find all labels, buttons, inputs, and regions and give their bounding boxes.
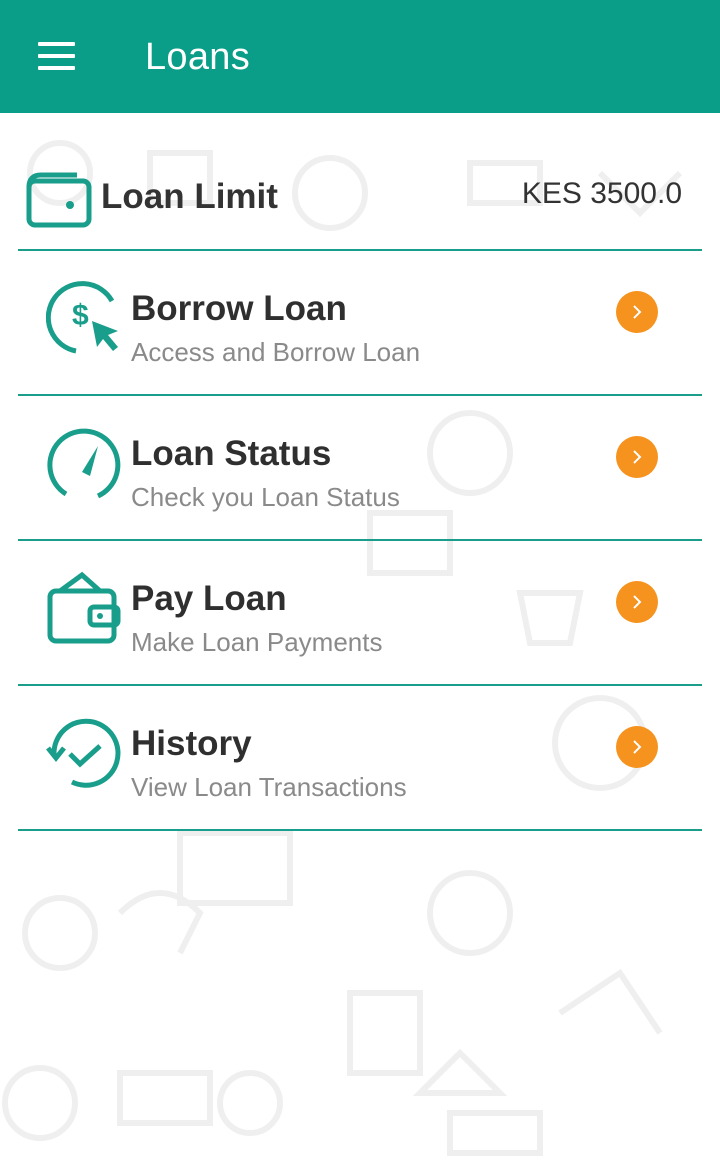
hamburger-menu-icon[interactable] (38, 42, 76, 70)
menu-item-pay-loan[interactable]: Pay Loan Make Loan Payments (18, 541, 702, 686)
gauge-icon (47, 428, 121, 499)
loan-limit-row: Loan Limit KES 3500.0 (18, 113, 702, 251)
menu-item-title: Borrow Loan (131, 289, 347, 328)
chevron-right-icon[interactable] (616, 436, 658, 478)
menu-item-subtitle: Check you Loan Status (131, 482, 400, 512)
menu-item-title: Loan Status (131, 434, 332, 473)
loans-content: Loan Limit KES 3500.0 $ Borrow Loan Acce… (18, 113, 702, 831)
chevron-right-icon[interactable] (616, 291, 658, 333)
wallet-icon (26, 172, 92, 228)
loan-limit-label: Loan Limit (101, 177, 278, 216)
loan-limit-value: KES 3500.0 (521, 177, 682, 210)
menu-item-borrow-loan[interactable]: $ Borrow Loan Access and Borrow Loan (18, 251, 702, 396)
menu-item-history[interactable]: History View Loan Transactions (18, 686, 702, 831)
svg-text:$: $ (72, 299, 89, 332)
history-check-icon (46, 718, 121, 788)
menu-item-subtitle: View Loan Transactions (131, 772, 407, 802)
wallet-icon (47, 571, 121, 644)
menu-item-subtitle: Access and Borrow Loan (131, 337, 421, 367)
menu-item-title: Pay Loan (131, 579, 287, 618)
app-bar: Loans (0, 0, 720, 113)
dollar-cursor-icon: $ (46, 281, 118, 354)
menu-item-subtitle: Make Loan Payments (131, 627, 383, 657)
page-title: Loans (145, 36, 251, 78)
chevron-right-icon[interactable] (616, 726, 658, 768)
menu-item-title: History (131, 724, 252, 763)
menu-item-loan-status[interactable]: Loan Status Check you Loan Status (18, 396, 702, 541)
chevron-right-icon[interactable] (616, 581, 658, 623)
